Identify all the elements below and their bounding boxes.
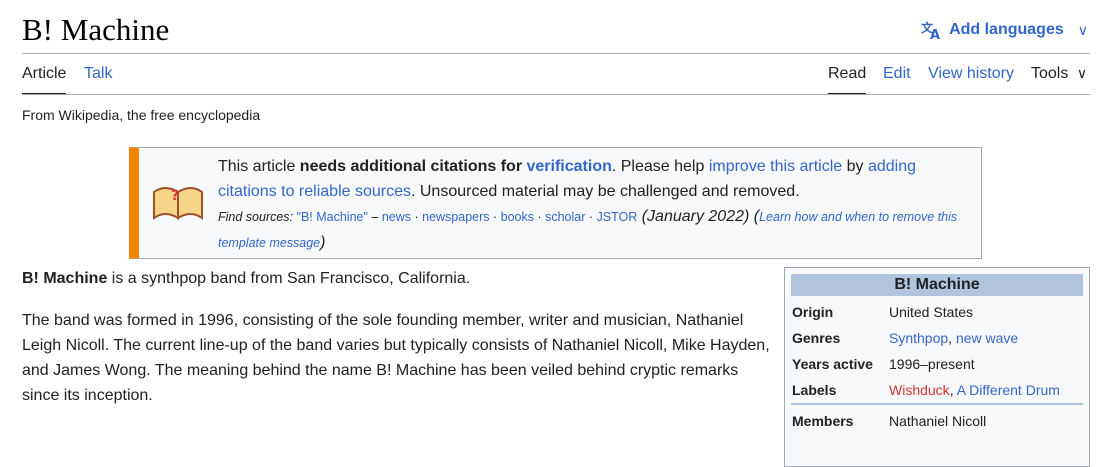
article-subject: B! Machine <box>22 270 108 287</box>
add-languages-button[interactable]: 文 A Add languages ∨ <box>921 20 1088 40</box>
citation-notice: ? This article needs additional citation… <box>129 147 982 259</box>
book-icon: ? <box>153 187 203 220</box>
genre-new-wave-link[interactable]: new wave <box>956 330 1018 346</box>
tagline: From Wikipedia, the free encyclopedia <box>22 107 261 123</box>
label-wishduck-link[interactable]: Wishduck <box>889 382 950 398</box>
notice-date: (January 2022) <box>637 208 750 225</box>
notice-text: This article needs additional citations … <box>218 154 978 256</box>
tabs-divider <box>22 94 1090 95</box>
notice-t6: by <box>842 158 868 175</box>
label-sep: , <box>949 382 957 398</box>
sep: · <box>411 210 423 224</box>
svg-text:A: A <box>930 28 940 40</box>
chevron-down-icon: ∨ <box>1077 21 1088 38</box>
labels-label: Labels <box>792 382 837 398</box>
intro-paragraph: B! Machine is a synthpop band from San F… <box>22 266 772 291</box>
notice-t4: . Please help <box>611 158 709 175</box>
paren-open: ( <box>749 208 760 225</box>
infobox: B! Machine Origin United States Genres S… <box>784 267 1090 467</box>
history-paragraph: The band was formed in 1996, consisting … <box>22 312 770 404</box>
books-link[interactable]: books <box>501 210 534 224</box>
origin-label: Origin <box>792 304 834 320</box>
newspapers-link[interactable]: newspapers <box>422 210 489 224</box>
tab-view-history[interactable]: View history <box>928 65 1014 93</box>
genres-value: Synthpop, new wave <box>889 327 1018 349</box>
members-label: Members <box>792 413 854 429</box>
sep: · <box>585 210 597 224</box>
infobox-divider <box>791 403 1083 405</box>
tab-read[interactable]: Read <box>828 65 867 95</box>
news-link[interactable]: news <box>382 210 411 224</box>
origin-value: United States <box>889 304 974 320</box>
sep: · <box>534 210 546 224</box>
tab-edit[interactable]: Edit <box>883 65 911 93</box>
notice-t1: This article <box>218 158 300 175</box>
scholar-link[interactable]: scholar <box>545 210 585 224</box>
infobox-row-labels: Labels Wishduck, A Different Drum <box>792 379 1083 401</box>
members-value: Nathaniel Nicoll <box>889 413 987 429</box>
infobox-row-genres: Genres Synthpop, new wave <box>792 327 1083 349</box>
years-label: Years active <box>792 356 873 372</box>
verification-link[interactable]: verification <box>527 158 612 175</box>
infobox-row-members: Members Nathaniel Nicoll <box>792 410 1083 432</box>
genres-label: Genres <box>792 330 841 346</box>
add-languages-label: Add languages <box>949 21 1064 38</box>
page-title: B! Machine <box>22 12 170 47</box>
dash: – <box>367 210 382 224</box>
infobox-row-origin: Origin United States <box>792 301 1083 323</box>
paren-close: ) <box>320 234 326 251</box>
intro-text: is a synthpop band from San Francisco, C… <box>107 270 471 287</box>
find-sources-label: Find sources: <box>218 210 297 224</box>
labels-value: Wishduck, A Different Drum <box>889 379 1060 401</box>
years-value: 1996–present <box>889 356 975 372</box>
sep: · <box>489 210 501 224</box>
title-divider <box>22 53 1090 54</box>
translate-icon: 文 A <box>921 20 940 40</box>
genre-synthpop-link[interactable]: Synthpop <box>889 330 948 346</box>
source-query-link[interactable]: "B! Machine" <box>297 210 368 224</box>
notice-t8: . Unsourced material may be challenged a… <box>410 183 800 200</box>
tools-label: Tools <box>1031 65 1069 82</box>
tab-talk[interactable]: Talk <box>84 65 112 93</box>
page-tabs: Article Talk Read Edit View history Tool… <box>22 62 1090 95</box>
label-different-drum-link[interactable]: A Different Drum <box>957 382 1060 398</box>
jstor-link[interactable]: JSTOR <box>597 210 638 224</box>
genre-sep: , <box>948 330 956 346</box>
tools-menu[interactable]: Tools ∨ <box>1031 65 1087 93</box>
improve-article-link[interactable]: improve this article <box>709 158 842 175</box>
infobox-row-years: Years active 1996–present <box>792 353 1083 375</box>
chevron-down-icon: ∨ <box>1076 65 1088 81</box>
notice-t2: needs additional citations for <box>299 158 527 175</box>
tab-article[interactable]: Article <box>22 65 67 95</box>
svg-text:?: ? <box>171 188 179 204</box>
infobox-title: B! Machine <box>791 274 1083 296</box>
